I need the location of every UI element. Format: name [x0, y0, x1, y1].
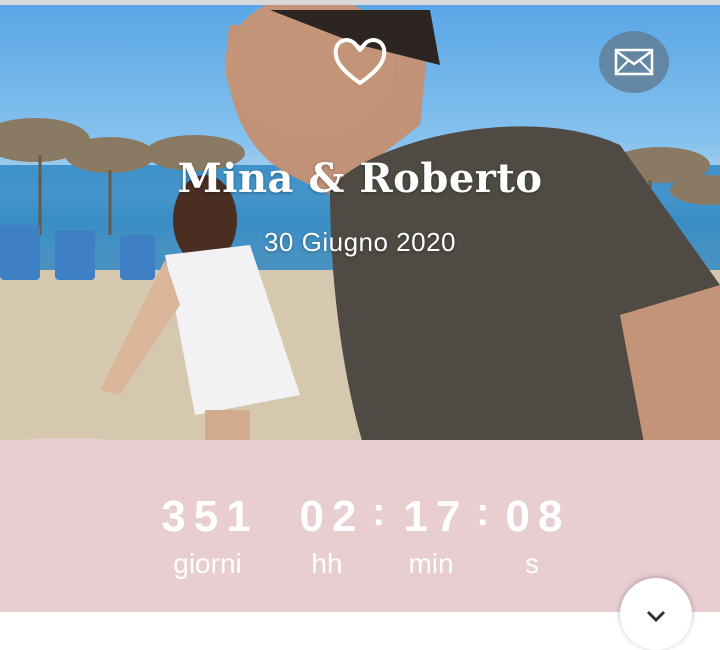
countdown-seconds: 08: [505, 492, 571, 541]
countdown-hours-label: hh: [311, 548, 343, 579]
countdown-wave: [0, 438, 720, 482]
countdown-hours: 02: [299, 492, 365, 541]
envelope-icon: [614, 48, 654, 76]
countdown-seconds-label: s: [525, 548, 539, 579]
countdown-minutes: 17: [403, 492, 469, 541]
heart-outline-icon: [330, 33, 390, 89]
countdown-separator: :: [476, 490, 490, 534]
envelope-button[interactable]: [599, 31, 669, 93]
countdown-minutes-label: min: [408, 548, 454, 579]
wedding-date: 30 Giugno 2020: [263, 227, 457, 257]
bottom-bar: [0, 612, 720, 618]
countdown-days-label: giorni: [173, 548, 242, 579]
countdown-days: 351: [161, 492, 259, 541]
hero-photo: Mina & Roberto 30 Giugno 2020: [0, 5, 720, 490]
collapse-button[interactable]: [620, 578, 692, 650]
countdown-separator: :: [372, 490, 386, 534]
couple-names: Mina & Roberto: [177, 155, 543, 202]
chevron-down-icon: [646, 610, 666, 623]
